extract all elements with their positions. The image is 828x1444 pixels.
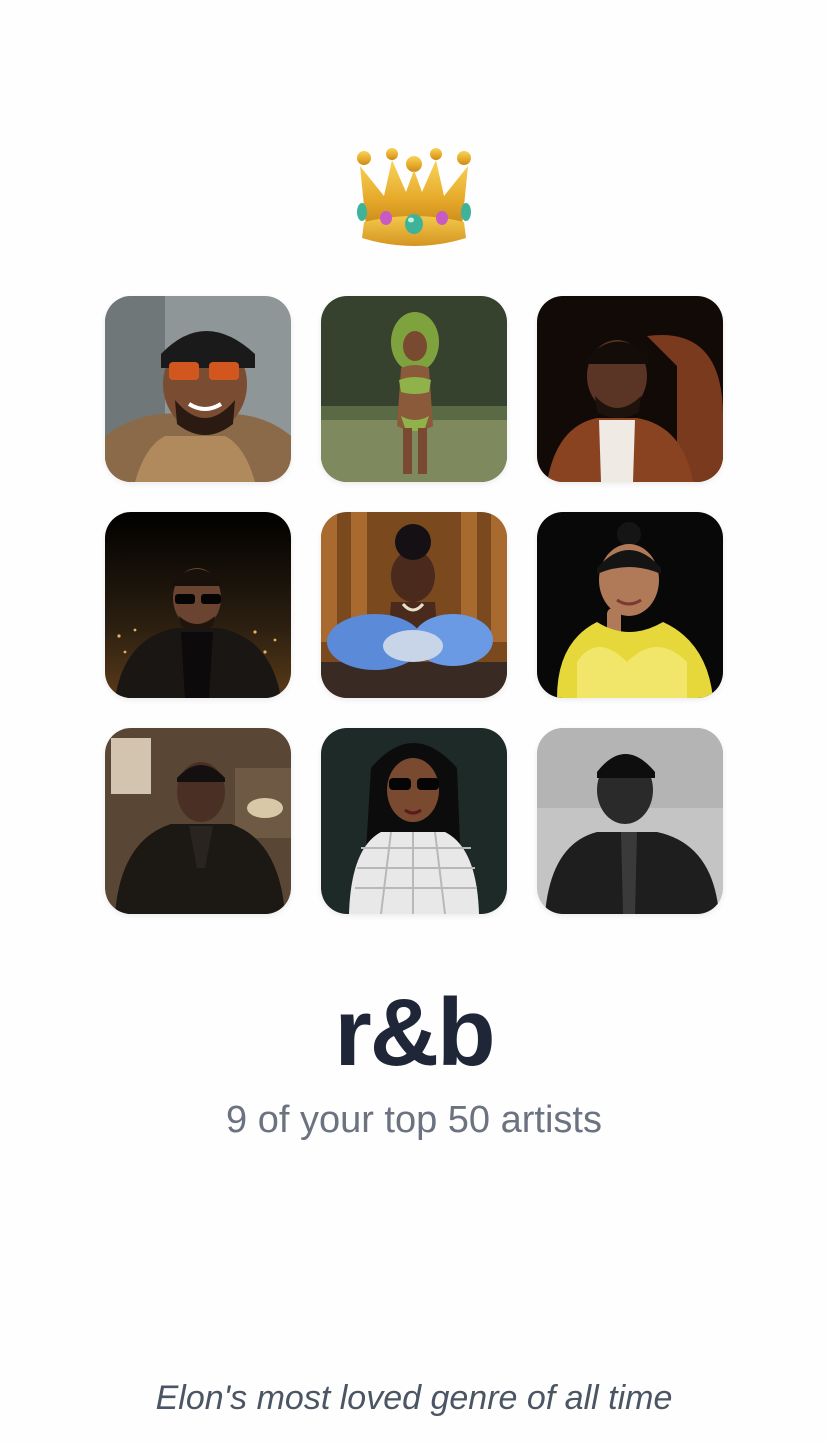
artist-photo-3[interactable]	[537, 296, 723, 482]
artist-photo-5[interactable]	[321, 512, 507, 698]
artist-grid	[105, 296, 723, 914]
genre-title: r&b	[334, 979, 495, 1086]
artist-photo-4[interactable]	[105, 512, 291, 698]
genre-subtitle: 9 of your top 50 artists	[226, 1099, 602, 1141]
artist-photo-1[interactable]	[105, 296, 291, 482]
artist-photo-8[interactable]	[321, 728, 507, 914]
artist-photo-6[interactable]	[537, 512, 723, 698]
artist-photo-9[interactable]	[537, 728, 723, 914]
artist-photo-7[interactable]	[105, 728, 291, 914]
footer-caption: Elon's most loved genre of all time	[155, 1379, 673, 1417]
artist-photo-2[interactable]	[321, 296, 507, 482]
crown-icon	[354, 146, 474, 250]
